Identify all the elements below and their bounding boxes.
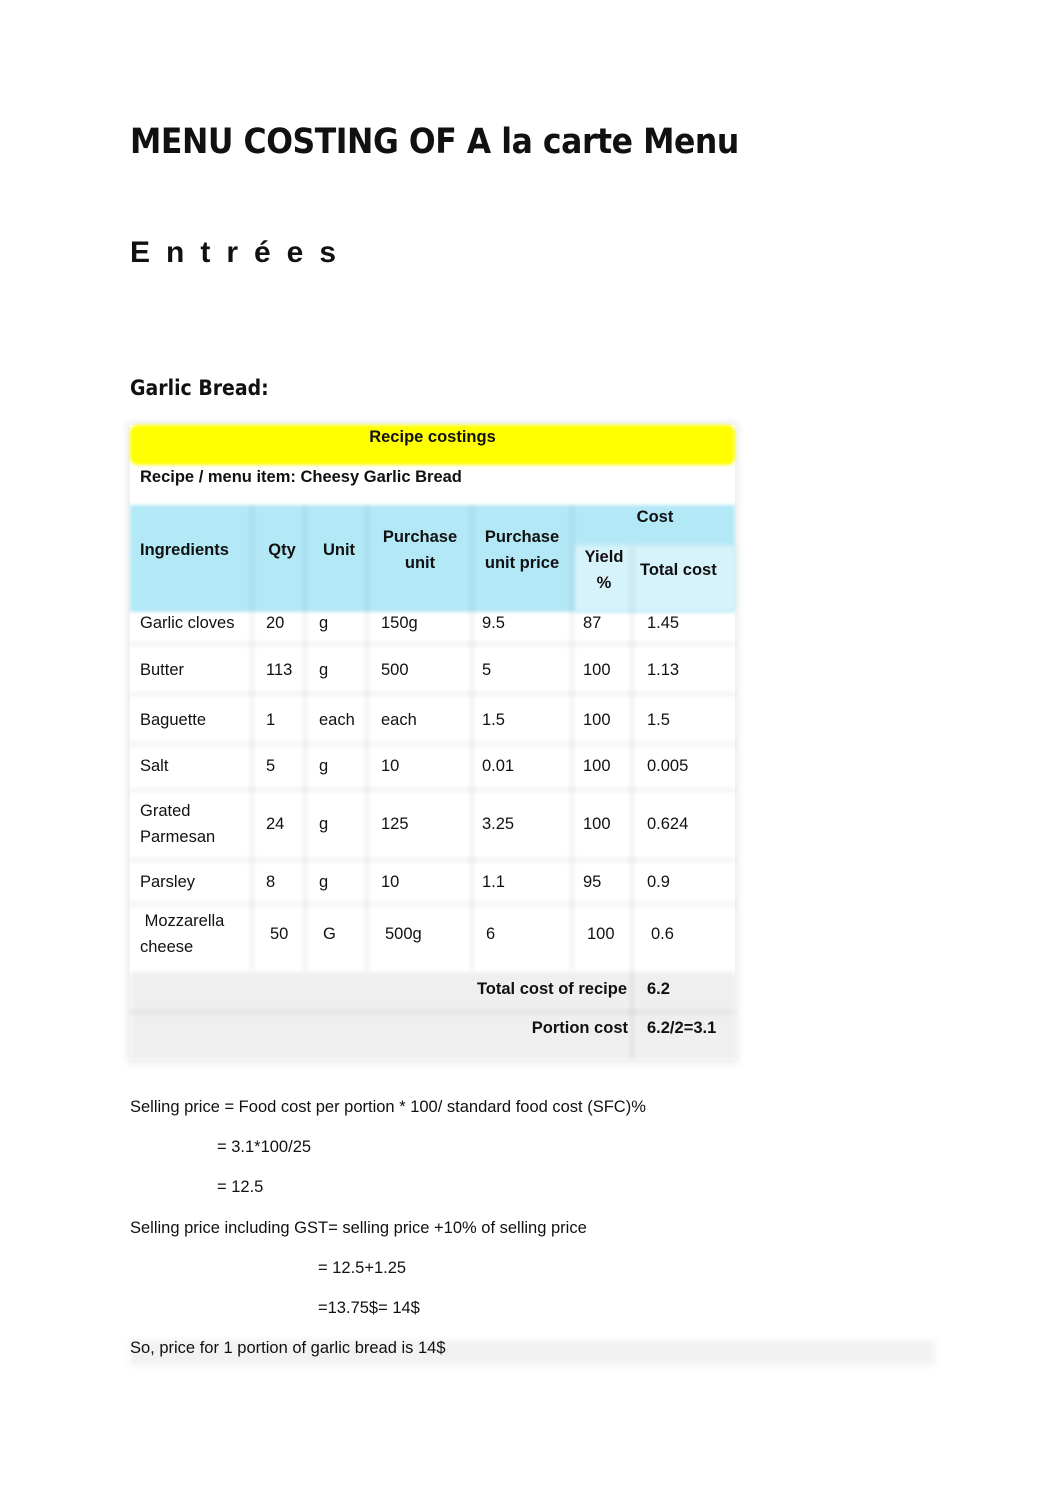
cell-unit: g [319, 614, 329, 632]
grid-line [630, 545, 634, 1060]
cell-total-cost: 1.45 [647, 614, 680, 632]
cell-total-cost: 0.9 [647, 873, 670, 891]
gst-formula: Selling price including GST= selling pri… [130, 1219, 587, 1237]
menu-item-label: Recipe / menu item: Cheesy Garlic Bread [140, 468, 462, 486]
cell-yield: 100 [587, 925, 615, 943]
cell-qty: 24 [266, 815, 285, 833]
cell-purchase-unit-price: 9.5 [482, 614, 505, 632]
grid-line [130, 742, 735, 746]
header-purchase-unit: Purchase unit [370, 524, 470, 576]
portion-cost-value: 6.2/2=3.1 [647, 1019, 717, 1037]
cell-ingredient-line1: Butter [140, 661, 185, 679]
cell-purchase-unit: 500g [385, 925, 422, 943]
portion-cost-label: Portion cost [531, 1019, 628, 1037]
header-total-cost: Total cost [640, 561, 717, 579]
cell-total-cost: 0.005 [647, 757, 689, 775]
table-banner: Recipe costings [369, 428, 496, 446]
cell-purchase-unit-price: 0.01 [482, 757, 515, 775]
document-title: MENU COSTING OF A la carte Menu [130, 122, 739, 162]
conclusion: So, price for 1 portion of garlic bread … [130, 1339, 446, 1357]
header-purchase-unit-price-line2: unit price [484, 554, 560, 572]
cell-ingredient: Baguette [140, 707, 206, 733]
cell-purchase-unit: 500 [381, 661, 409, 679]
cell-ingredient-line2: cheese [140, 938, 194, 956]
grid-line [130, 858, 735, 862]
cell-ingredient: Parsley [140, 869, 195, 895]
grid-line [130, 1010, 735, 1014]
cell-ingredient-line1: Mozzarella [140, 912, 225, 930]
cell-unit: g [319, 757, 329, 775]
cell-unit: each [319, 711, 355, 729]
header-unit: Unit [322, 541, 356, 559]
header-qty: Qty [268, 541, 296, 559]
cell-purchase-unit-price: 6 [486, 925, 496, 943]
cell-yield: 95 [583, 873, 602, 891]
cell-total-cost: 1.13 [647, 661, 680, 679]
header-purchase-unit-line1: Purchase [382, 528, 458, 546]
cell-qty: 5 [266, 757, 276, 775]
cell-qty: 8 [266, 873, 276, 891]
grid-line [130, 788, 735, 792]
total-cost-label: Total cost of recipe [476, 980, 627, 998]
cell-total-cost: 0.624 [647, 815, 689, 833]
selling-price-step-1: = 3.1*100/25 [217, 1138, 312, 1156]
grid-line [130, 902, 735, 906]
cell-qty: 20 [266, 614, 285, 632]
selling-price-step-2: = 12.5 [217, 1178, 264, 1196]
header-purchase-unit-price: Purchase unit price [472, 524, 572, 576]
cell-yield: 100 [583, 815, 611, 833]
section-heading-entrees: Entrées [130, 236, 353, 269]
cell-purchase-unit: each [381, 711, 417, 729]
cell-ingredient: Butter [140, 657, 184, 683]
cell-yield: 100 [583, 661, 611, 679]
cell-unit: G [323, 925, 336, 943]
cell-ingredient: Garlic cloves [140, 610, 234, 636]
cell-purchase-unit-price: 5 [482, 661, 492, 679]
header-cost-group: Cost [636, 508, 674, 526]
header-yield-line1: Yield [584, 548, 624, 566]
cell-total-cost: 0.6 [651, 925, 674, 943]
cell-purchase-unit-price: 1.5 [482, 711, 505, 729]
cell-qty: 113 [266, 661, 293, 679]
cell-qty: 50 [270, 925, 289, 943]
cell-unit: g [319, 815, 329, 833]
cell-unit: g [319, 873, 329, 891]
grid-line [303, 505, 307, 970]
cell-ingredient-line1: Grated [140, 802, 191, 820]
cell-ingredient-line1: Salt [140, 757, 169, 775]
cell-yield: 100 [583, 711, 611, 729]
selling-price-formula: Selling price = Food cost per portion * … [130, 1098, 646, 1116]
cell-ingredient-line1: Garlic cloves [140, 614, 235, 632]
cell-ingredient: Salt [140, 753, 168, 779]
cell-purchase-unit: 10 [381, 757, 400, 775]
header-yield: Yield % [576, 544, 632, 596]
grid-line [365, 505, 369, 970]
gst-step-1: = 12.5+1.25 [318, 1259, 407, 1277]
cell-ingredient-line2: Parmesan [140, 828, 216, 846]
cell-ingredient: Mozzarella cheese [140, 908, 224, 960]
cell-yield: 100 [583, 757, 611, 775]
header-purchase-unit-price-line1: Purchase [484, 528, 560, 546]
dish-heading: Garlic Bread: [130, 376, 269, 400]
cell-yield: 87 [583, 614, 602, 632]
grid-line [130, 642, 735, 646]
grid-line [250, 505, 254, 970]
header-ingredients: Ingredients [140, 541, 229, 559]
cell-purchase-unit: 150g [381, 614, 418, 632]
cell-purchase-unit-price: 3.25 [482, 815, 515, 833]
cell-ingredient: Grated Parmesan [140, 798, 215, 850]
header-yield-line2: % [596, 574, 612, 592]
cell-purchase-unit: 10 [381, 873, 400, 891]
grid-line [130, 692, 735, 696]
total-cost-value: 6.2 [647, 980, 670, 998]
cell-ingredient-line1: Parsley [140, 873, 196, 891]
header-purchase-unit-line2: unit [404, 554, 436, 572]
gst-step-2: =13.75$= 14$ [318, 1299, 420, 1317]
cell-qty: 1 [266, 711, 276, 729]
cell-total-cost: 1.5 [647, 711, 670, 729]
cell-ingredient-line1: Baguette [140, 711, 207, 729]
cell-purchase-unit: 125 [381, 815, 409, 833]
cell-purchase-unit-price: 1.1 [482, 873, 505, 891]
cell-unit: g [319, 661, 329, 679]
